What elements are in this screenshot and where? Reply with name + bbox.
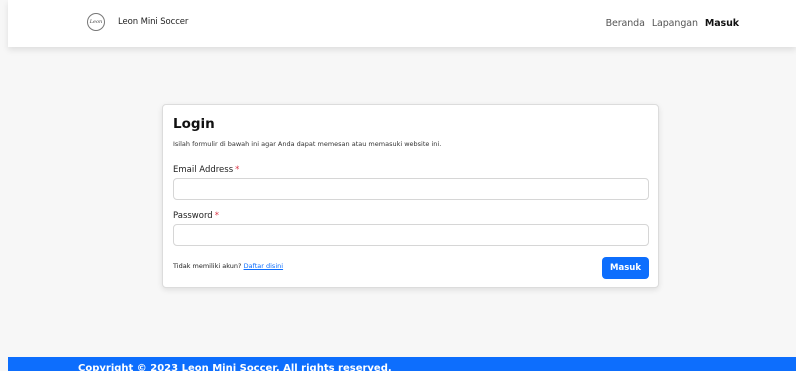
navbar: Leon Leon Mini Soccer Beranda Lapangan M…	[8, 0, 796, 47]
login-submit-button[interactable]: Masuk	[602, 257, 649, 279]
nav-item-masuk[interactable]: Masuk	[705, 18, 739, 29]
email-label: Email Address *	[173, 165, 240, 175]
brand[interactable]: Leon Leon Mini Soccer	[87, 13, 188, 31]
brand-logo-icon: Leon	[87, 13, 105, 31]
password-label: Password *	[173, 211, 219, 221]
password-field[interactable]	[173, 224, 649, 246]
nav-menu: Beranda Lapangan Masuk	[606, 18, 740, 29]
nav-item-lapangan[interactable]: Lapangan	[652, 18, 698, 29]
register-prompt: Tidak memiliki akun? Daftar disini	[173, 262, 283, 270]
register-link[interactable]: Daftar disini	[244, 262, 283, 270]
required-mark: *	[214, 211, 219, 221]
nav-item-beranda[interactable]: Beranda	[606, 18, 645, 29]
footer: Copyright © 2023 Leon Mini Soccer. All r…	[8, 357, 796, 371]
register-prompt-text: Tidak memiliki akun?	[173, 262, 242, 270]
login-subtitle: Isilah formulir di bawah ini agar Anda d…	[173, 140, 442, 148]
footer-copyright: Copyright © 2023 Leon Mini Soccer. All r…	[78, 363, 392, 371]
email-field[interactable]	[173, 178, 649, 200]
brand-name: Leon Mini Soccer	[118, 17, 189, 27]
page-title: Login	[173, 116, 215, 132]
required-mark: *	[235, 165, 240, 175]
login-card: Login Isilah formulir di bawah ini agar …	[162, 104, 659, 288]
